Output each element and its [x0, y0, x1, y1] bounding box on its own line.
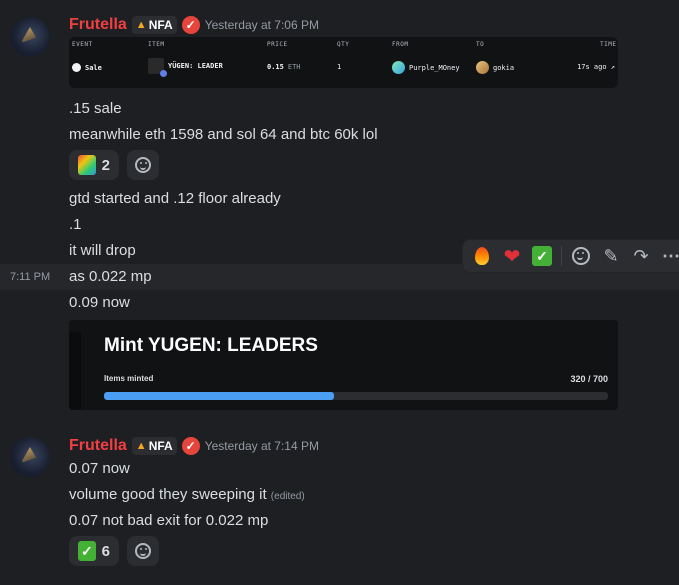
- progress-bar: [104, 392, 608, 400]
- more-button[interactable]: ⋯: [656, 241, 679, 271]
- item-thumbnail-icon: [148, 58, 167, 77]
- party-emoji-icon: [78, 155, 96, 175]
- quick-reaction-check[interactable]: ✓: [527, 241, 557, 271]
- hover-timestamp: 7:11 PM: [10, 271, 51, 283]
- add-reaction-button[interactable]: [127, 536, 159, 566]
- message-header: Frutella ▲ NFA ✓ Yesterday at 7:14 PM: [69, 437, 319, 455]
- column-header: TIME: [600, 41, 617, 48]
- verified-badge-icon: ✓: [181, 16, 200, 34]
- mint-embed[interactable]: Mint YUGEN: LEADERS Items minted 320 / 7…: [69, 320, 618, 410]
- add-reaction-icon: [135, 157, 151, 173]
- add-reaction-button[interactable]: [566, 241, 596, 271]
- message-text: gtd started and .12 floor already: [69, 190, 281, 207]
- add-reaction-icon: [572, 247, 590, 265]
- column-header: FROM: [392, 41, 409, 48]
- message-text: volume good they sweeping it (edited): [69, 486, 305, 503]
- from-avatar-icon: [392, 61, 405, 74]
- column-header: EVENT: [72, 41, 93, 48]
- check-icon: ✓: [532, 246, 552, 266]
- to-avatar-icon: [476, 61, 489, 74]
- message-text: 0.09 now: [69, 294, 130, 311]
- price-cell: 0.15 ETH: [267, 63, 301, 71]
- message-header: Frutella ▲ NFA ✓ Yesterday at 7:06 PM: [69, 16, 319, 34]
- username[interactable]: Frutella: [69, 16, 127, 34]
- add-reaction-icon: [135, 543, 151, 559]
- server-tag[interactable]: ▲ NFA: [131, 16, 177, 34]
- message-toolbar: ❤ ✓ ✎ ↷ ⋯: [462, 239, 679, 273]
- message-text: 0.07 not bad exit for 0.022 mp: [69, 512, 269, 529]
- edited-label: (edited): [270, 491, 305, 502]
- fire-icon: ▲: [135, 440, 147, 452]
- message-text: it will drop: [69, 242, 136, 259]
- heart-icon: ❤: [503, 245, 521, 268]
- message-text: meanwhile eth 1598 and sol 64 and btc 60…: [69, 126, 378, 143]
- sale-table-embed: EVENT ITEM PRICE QTY FROM TO TIME Sale Y…: [69, 37, 618, 88]
- from-cell[interactable]: Purple_MOney: [392, 61, 460, 74]
- user-avatar[interactable]: [10, 17, 50, 57]
- message-text: .15 sale: [69, 100, 122, 117]
- progress-count: 320 / 700: [570, 374, 608, 384]
- add-reaction-button[interactable]: [127, 150, 159, 180]
- progress-label: Items minted: [104, 374, 154, 383]
- toolbar-divider: [561, 246, 562, 266]
- user-avatar[interactable]: [10, 437, 50, 477]
- column-header: QTY: [337, 41, 350, 48]
- to-cell[interactable]: gokia: [476, 61, 514, 74]
- edit-icon: ✎: [603, 245, 619, 266]
- reaction-party[interactable]: 2: [69, 150, 119, 180]
- fire-icon: [475, 247, 489, 265]
- time-cell[interactable]: 17s ago ↗: [577, 63, 615, 71]
- check-icon: ✓: [78, 541, 96, 561]
- item-cell[interactable]: YÜGEN: LEADER: [148, 58, 223, 77]
- quick-reaction-heart[interactable]: ❤: [497, 241, 527, 271]
- message-text: .1: [69, 216, 82, 233]
- column-header: PRICE: [267, 41, 288, 48]
- timestamp: Yesterday at 7:14 PM: [204, 439, 319, 453]
- event-cell: Sale: [72, 63, 102, 72]
- forward-icon: ↷: [633, 245, 649, 266]
- more-icon: ⋯: [662, 245, 679, 266]
- username[interactable]: Frutella: [69, 437, 127, 455]
- sale-icon: [72, 63, 81, 72]
- quick-reaction-fire[interactable]: [467, 241, 497, 271]
- qty-cell: 1: [337, 63, 342, 71]
- fire-icon: ▲: [135, 19, 147, 31]
- edit-button[interactable]: ✎: [596, 241, 626, 271]
- reaction-check[interactable]: ✓ 6: [69, 536, 119, 566]
- forward-button[interactable]: ↷: [626, 241, 656, 271]
- embed-accent-bar: [69, 332, 81, 410]
- verified-badge-icon: ✓: [181, 437, 200, 455]
- progress-fill: [104, 392, 335, 400]
- column-header: ITEM: [148, 41, 165, 48]
- timestamp: Yesterday at 7:06 PM: [204, 18, 319, 32]
- server-tag[interactable]: ▲ NFA: [131, 437, 177, 455]
- column-header: TO: [476, 41, 485, 48]
- message-text: 0.07 now: [69, 460, 130, 477]
- message-text: as 0.022 mp: [69, 268, 152, 285]
- mint-title: Mint YUGEN: LEADERS: [104, 335, 318, 356]
